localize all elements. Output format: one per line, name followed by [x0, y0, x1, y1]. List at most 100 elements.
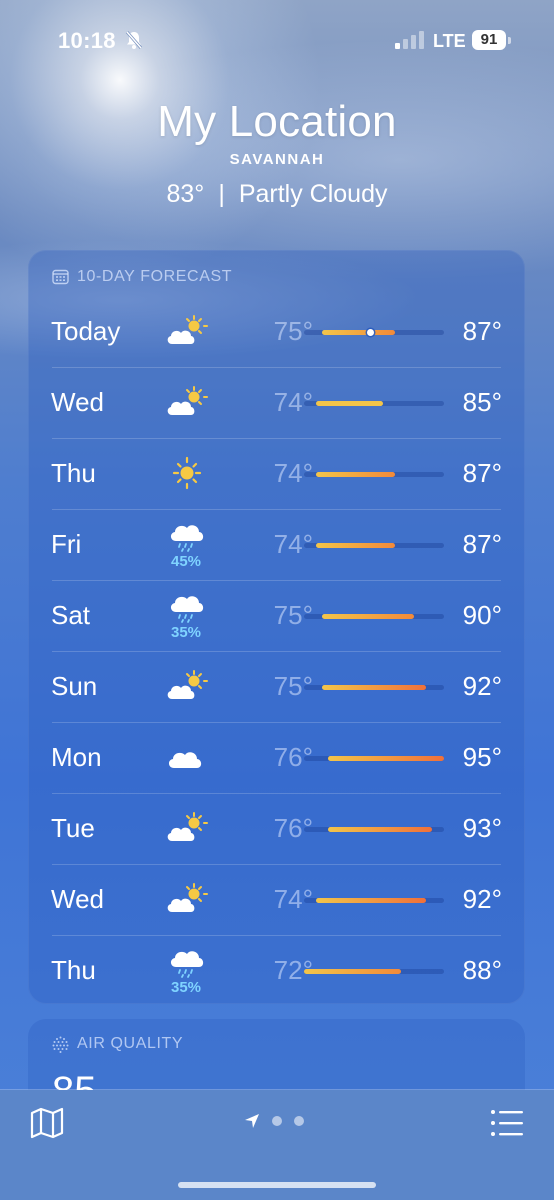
low-temperature: 72°: [273, 955, 313, 985]
partly-sunny-icon: [164, 811, 210, 845]
low-temperature: 74°: [273, 529, 313, 559]
map-icon[interactable]: [30, 1107, 64, 1139]
high-temperature: 92°: [462, 671, 502, 701]
high-temperature: 93°: [462, 813, 502, 843]
temperature-range-fill: [316, 898, 426, 903]
high-temperature: 88°: [462, 955, 502, 985]
forecast-row[interactable]: Tue 76° 93°: [28, 793, 525, 864]
temperature-range-bar: [304, 543, 444, 548]
temperature-range-bar: [304, 329, 444, 336]
partly-sunny-icon: [164, 882, 210, 916]
high-temperature: 85°: [462, 387, 502, 417]
partly-sunny-icon: [164, 669, 210, 703]
forecast-row[interactable]: Sun 75° 92°: [28, 651, 525, 722]
low-temperature: 74°: [273, 884, 313, 914]
partly-sunny-icon: [164, 314, 210, 348]
current-location-arrow-icon: [245, 1114, 259, 1128]
status-time: 10:18: [58, 28, 116, 53]
forecast-day: Today: [51, 316, 121, 346]
temperature-range-bar: [304, 827, 444, 832]
forecast-day: Thu: [51, 458, 96, 488]
temperature-range-bar: [304, 969, 444, 974]
air-quality-header: AIR QUALITY: [52, 1035, 183, 1053]
forecast-row[interactable]: Mon 76° 95°: [28, 722, 525, 793]
low-temperature: 74°: [273, 458, 313, 488]
forecast-row[interactable]: Sat 35% 75° 90°: [28, 580, 525, 651]
temperature-range-bar: [304, 685, 444, 690]
low-temperature: 75°: [273, 671, 313, 701]
rain-cloud-icon: [164, 945, 210, 979]
forecast-row[interactable]: Thu 35% 72° 88°: [28, 935, 525, 1006]
air-quality-title: AIR QUALITY: [77, 1035, 184, 1052]
temperature-range-fill: [322, 330, 396, 335]
high-temperature: 87°: [462, 316, 502, 346]
low-temperature: 75°: [273, 316, 313, 346]
temperature-range-bar: [304, 472, 444, 477]
temperature-range-fill: [328, 756, 444, 761]
cellular-signal-icon: [395, 31, 424, 49]
forecast-day: Mon: [51, 742, 102, 772]
temperature-range-fill: [328, 827, 432, 832]
precipitation-chance: 35%: [170, 624, 202, 641]
page-dot[interactable]: [294, 1116, 304, 1126]
weather-header: My Location SAVANNAH 83° | Partly Cloudy: [0, 96, 554, 209]
status-bar: 10:18 LTE 91: [0, 0, 554, 80]
forecast-card-header: 10-DAY FORECAST: [52, 266, 232, 288]
forecast-row[interactable]: Thu 74° 87°: [28, 438, 525, 509]
high-temperature: 92°: [462, 884, 502, 914]
precipitation-chance: 35%: [170, 979, 202, 996]
low-temperature: 76°: [273, 813, 313, 843]
forecast-row[interactable]: Fri 45% 74° 87°: [28, 509, 525, 580]
air-quality-icon: [52, 1036, 69, 1053]
rain-cloud-icon: [164, 590, 210, 624]
forecast-day: Thu: [51, 955, 96, 985]
high-temperature: 95°: [462, 742, 502, 772]
forecast-day: Wed: [51, 884, 104, 914]
temperature-range-fill: [316, 543, 396, 548]
rain-cloud-icon: [164, 519, 210, 553]
calendar-icon: [52, 269, 69, 285]
temperature-range-fill: [316, 472, 396, 477]
network-type: LTE: [433, 31, 466, 51]
page-indicator[interactable]: [244, 1113, 304, 1129]
temperature-range-bar: [304, 401, 444, 406]
temperature-range-fill: [322, 614, 414, 619]
battery-level: 91: [472, 30, 506, 50]
forecast-day: Fri: [51, 529, 82, 559]
low-temperature: 75°: [273, 600, 313, 630]
current-summary: 83° | Partly Cloudy: [0, 180, 554, 209]
page-dot[interactable]: [272, 1116, 282, 1126]
forecast-day: Wed: [51, 387, 104, 417]
forecast-row[interactable]: Today 75° 87°: [28, 296, 525, 367]
home-indicator[interactable]: [178, 1182, 376, 1188]
summary-separator: |: [218, 180, 225, 208]
current-condition: Partly Cloudy: [238, 180, 388, 208]
temperature-range-fill: [322, 685, 426, 690]
forecast-row[interactable]: Wed 74° 85°: [28, 367, 525, 438]
city-name: SAVANNAH: [229, 151, 325, 168]
forecast-day: Sun: [51, 671, 98, 701]
forecast-day: Tue: [51, 813, 95, 843]
partly-sunny-icon: [164, 385, 210, 419]
forecast-card-title: 10-DAY FORECAST: [77, 268, 233, 285]
sun-icon: [164, 456, 210, 490]
ten-day-forecast-card[interactable]: 10-DAY FORECAST Today 75° 87° Wed 74° 85° Thu 7…: [28, 250, 525, 1004]
precipitation-chance: 45%: [170, 553, 202, 570]
cloud-icon: [164, 740, 210, 774]
low-temperature: 76°: [273, 742, 313, 772]
low-temperature: 74°: [273, 387, 313, 417]
city-list-icon[interactable]: [490, 1108, 524, 1138]
forecast-list: Today 75° 87° Wed 74° 85° Thu 74° 87° Fri 45% 74° 87…: [28, 296, 525, 1006]
current-temperature: 83°: [166, 180, 205, 208]
forecast-row[interactable]: Wed 74° 92°: [28, 864, 525, 935]
temperature-range-bar: [304, 756, 444, 761]
temperature-range-fill: [304, 969, 402, 974]
temperature-range-fill: [316, 401, 384, 406]
silent-mode-icon: [125, 31, 143, 49]
high-temperature: 87°: [462, 458, 502, 488]
temperature-range-bar: [304, 898, 444, 903]
temperature-range-bar: [304, 614, 444, 619]
high-temperature: 87°: [462, 529, 502, 559]
location-title: My Location: [157, 97, 397, 146]
battery-icon: 91: [472, 30, 512, 50]
